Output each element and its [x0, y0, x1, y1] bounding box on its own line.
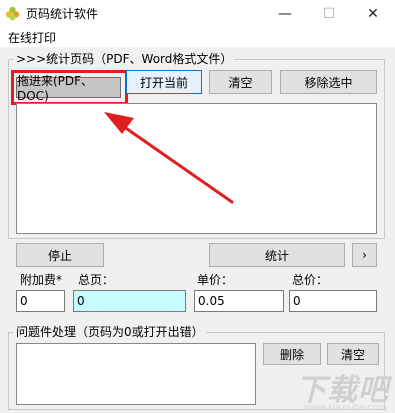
count-button[interactable]: 统计: [209, 243, 345, 267]
total-price-field[interactable]: 0: [289, 290, 377, 312]
problem-list[interactable]: [16, 343, 256, 405]
more-button[interactable]: ›: [352, 243, 377, 267]
delete-button[interactable]: 删除: [263, 343, 321, 365]
total-pages-label: 总页：: [78, 273, 115, 287]
total-pages-field[interactable]: 0: [73, 290, 186, 312]
surcharge-field[interactable]: 0: [16, 290, 65, 312]
unit-price-field[interactable]: 0.05: [194, 290, 284, 312]
stop-button[interactable]: 停止: [16, 243, 104, 267]
surcharge-label: 附加费*: [20, 273, 63, 287]
problem-group-legend: 问题件处理（页码为0或打开出错）: [14, 325, 206, 339]
total-price-label: 总价：: [292, 273, 329, 287]
watermark-url: www.xiazaiba.com: [303, 403, 387, 413]
unit-price-label: 单价：: [197, 273, 234, 287]
problem-clear-button[interactable]: 清空: [327, 343, 379, 365]
